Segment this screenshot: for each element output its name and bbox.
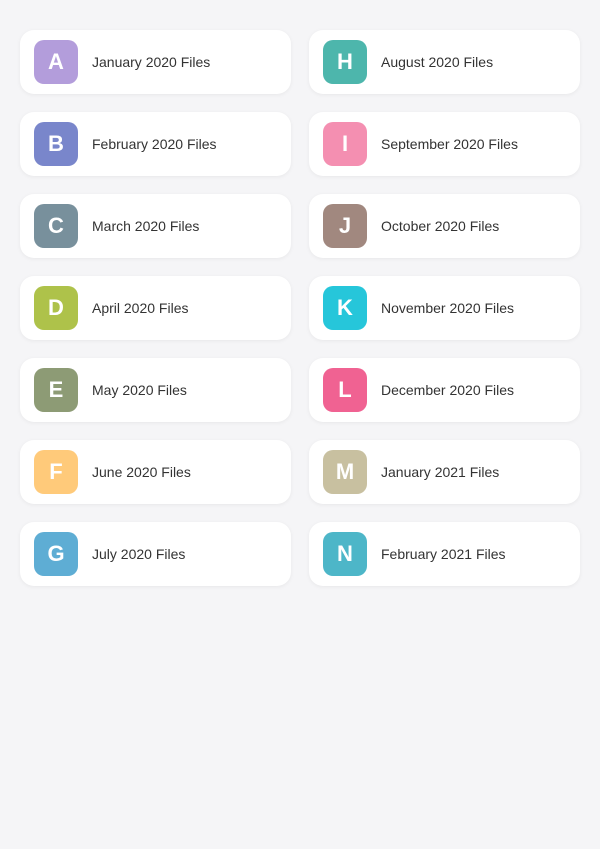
folder-item[interactable]: J October 2020 Files — [309, 194, 580, 258]
folder-label: October 2020 Files — [381, 218, 499, 234]
folder-label: December 2020 Files — [381, 382, 514, 398]
folder-label: March 2020 Files — [92, 218, 199, 234]
folder-label: February 2020 Files — [92, 136, 217, 152]
folder-item[interactable]: C March 2020 Files — [20, 194, 291, 258]
folder-label: April 2020 Files — [92, 300, 189, 316]
folder-label: September 2020 Files — [381, 136, 518, 152]
folder-icon: N — [323, 532, 367, 576]
folder-icon: D — [34, 286, 78, 330]
folder-icon: F — [34, 450, 78, 494]
folder-icon: L — [323, 368, 367, 412]
folder-icon: C — [34, 204, 78, 248]
folder-grid: A January 2020 Files H August 2020 Files B Fe… — [20, 30, 580, 586]
folder-icon: J — [323, 204, 367, 248]
folder-item[interactable]: H August 2020 Files — [309, 30, 580, 94]
folder-label: June 2020 Files — [92, 464, 191, 480]
folder-item[interactable]: F June 2020 Files — [20, 440, 291, 504]
folder-item[interactable]: B February 2020 Files — [20, 112, 291, 176]
folder-icon: G — [34, 532, 78, 576]
folder-icon: H — [323, 40, 367, 84]
folder-item[interactable]: G July 2020 Files — [20, 522, 291, 586]
folder-icon: M — [323, 450, 367, 494]
folder-label: July 2020 Files — [92, 546, 185, 562]
folder-item[interactable]: N February 2021 Files — [309, 522, 580, 586]
folder-label: May 2020 Files — [92, 382, 187, 398]
folder-item[interactable]: L December 2020 Files — [309, 358, 580, 422]
folder-item[interactable]: E May 2020 Files — [20, 358, 291, 422]
folder-label: January 2020 Files — [92, 54, 210, 70]
folder-item[interactable]: K November 2020 Files — [309, 276, 580, 340]
folder-icon: E — [34, 368, 78, 412]
folder-label: August 2020 Files — [381, 54, 493, 70]
folder-item[interactable]: D April 2020 Files — [20, 276, 291, 340]
folder-label: January 2021 Files — [381, 464, 499, 480]
folder-item[interactable]: I September 2020 Files — [309, 112, 580, 176]
folder-item[interactable]: A January 2020 Files — [20, 30, 291, 94]
folder-icon: A — [34, 40, 78, 84]
folder-label: November 2020 Files — [381, 300, 514, 316]
folder-item[interactable]: M January 2021 Files — [309, 440, 580, 504]
folder-icon: B — [34, 122, 78, 166]
folder-icon: I — [323, 122, 367, 166]
folder-icon: K — [323, 286, 367, 330]
folder-label: February 2021 Files — [381, 546, 506, 562]
